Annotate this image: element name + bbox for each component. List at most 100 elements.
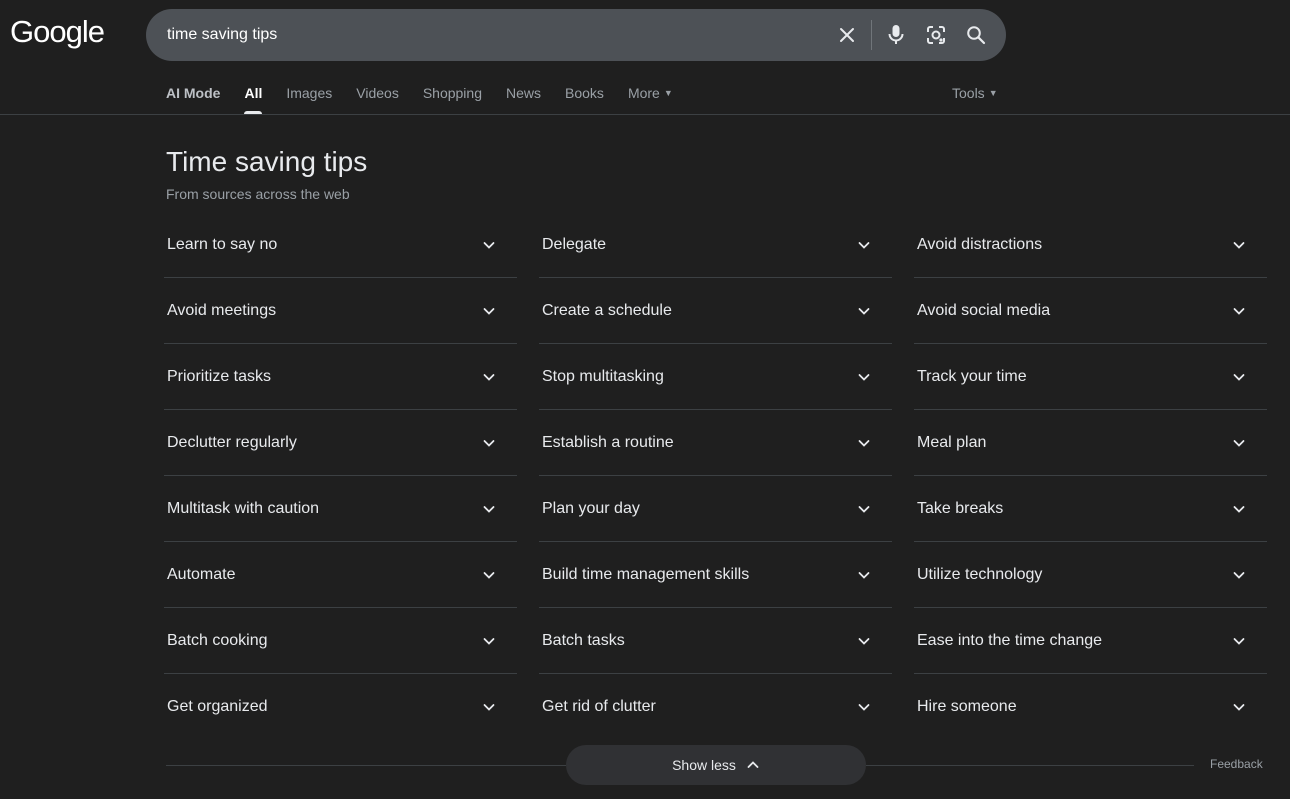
chevron-down-icon xyxy=(481,303,497,319)
tip-item[interactable]: Declutter regularly xyxy=(164,410,517,476)
bottom-divider-right xyxy=(866,765,1194,766)
chevron-down-icon xyxy=(1231,699,1247,715)
chevron-down-icon xyxy=(1231,369,1247,385)
chevron-down-icon xyxy=(856,567,872,583)
tip-item-label: Automate xyxy=(167,565,236,583)
section-title: Time saving tips xyxy=(166,146,368,177)
header-divider xyxy=(0,114,1290,115)
tip-item[interactable]: Get organized xyxy=(164,674,517,739)
tip-item[interactable]: Create a schedule xyxy=(539,278,892,344)
chevron-down-icon xyxy=(481,501,497,517)
bottom-divider-left xyxy=(166,765,566,766)
tip-item-label: Plan your day xyxy=(542,499,640,517)
tip-item-label: Avoid meetings xyxy=(167,301,277,319)
tab-all[interactable]: All xyxy=(244,80,262,114)
chevron-down-icon xyxy=(856,501,872,517)
tip-item[interactable]: Avoid meetings xyxy=(164,278,517,344)
section-subtitle: From sources across the web xyxy=(166,186,350,202)
search-tabs: AI Mode All Images Videos Shopping News … xyxy=(166,80,697,114)
google-logo[interactable]: Google xyxy=(10,14,105,50)
tip-item[interactable]: Batch cooking xyxy=(164,608,517,674)
lens-icon[interactable] xyxy=(916,15,956,55)
chevron-down-icon xyxy=(481,237,497,253)
tip-item-label: Get organized xyxy=(167,697,268,715)
chevron-down-icon xyxy=(856,699,872,715)
chevron-down-icon xyxy=(481,699,497,715)
tab-more-label: More xyxy=(627,85,660,101)
tip-item[interactable]: Avoid social media xyxy=(914,278,1267,344)
tip-item-label: Hire someone xyxy=(917,697,1017,715)
tip-item[interactable]: Delegate xyxy=(539,212,892,278)
tip-item-label: Avoid distractions xyxy=(917,235,1043,253)
chevron-down-icon xyxy=(1231,567,1247,583)
search-input[interactable]: time saving tips xyxy=(167,26,827,44)
tip-item[interactable]: Avoid distractions xyxy=(914,212,1267,278)
tip-item-label: Establish a routine xyxy=(542,433,674,451)
chevron-down-icon xyxy=(481,369,497,385)
tip-item[interactable]: Track your time xyxy=(914,344,1267,410)
chevron-down-icon xyxy=(856,237,872,253)
tip-item-label: Take breaks xyxy=(917,499,1004,517)
tip-item[interactable]: Prioritize tasks xyxy=(164,344,517,410)
chevron-down-icon xyxy=(856,303,872,319)
microphone-icon[interactable] xyxy=(876,15,916,55)
chevron-down-icon xyxy=(1231,435,1247,451)
tip-item-label: Declutter regularly xyxy=(167,433,297,451)
chevron-down-icon xyxy=(1231,237,1247,253)
tip-item-label: Avoid social media xyxy=(917,301,1051,319)
tip-item-label: Ease into the time change xyxy=(917,631,1103,649)
tip-item[interactable]: Stop multitasking xyxy=(539,344,892,410)
tip-item[interactable]: Automate xyxy=(164,542,517,608)
chevron-down-icon xyxy=(1231,303,1247,319)
tip-item-label: Learn to say no xyxy=(167,235,278,253)
show-less-label: Show less xyxy=(672,757,736,773)
chevron-down-icon xyxy=(856,435,872,451)
tab-images[interactable]: Images xyxy=(286,80,332,114)
tip-item[interactable]: Hire someone xyxy=(914,674,1267,739)
caret-down-icon: ▼ xyxy=(663,88,673,98)
tip-item[interactable]: Meal plan xyxy=(914,410,1267,476)
tip-item[interactable]: Multitask with caution xyxy=(164,476,517,542)
feedback-link[interactable]: Feedback xyxy=(1210,757,1263,771)
tab-books[interactable]: Books xyxy=(565,80,604,114)
chevron-down-icon xyxy=(1231,633,1247,649)
tip-item[interactable]: Learn to say no xyxy=(164,212,517,278)
tip-item-label: Multitask with caution xyxy=(167,499,320,517)
tips-grid: Learn to say no Delegate Avoid distraction… xyxy=(164,212,1268,739)
show-less-button[interactable]: Show less xyxy=(566,745,866,785)
chevron-down-icon xyxy=(856,633,872,649)
tip-item[interactable]: Utilize technology xyxy=(914,542,1267,608)
tip-item[interactable]: Build time management skills xyxy=(539,542,892,608)
chevron-down-icon xyxy=(856,369,872,385)
tip-item-label: Delegate xyxy=(542,235,607,253)
tip-item-label: Stop multitasking xyxy=(542,367,664,385)
tip-item-label: Prioritize tasks xyxy=(167,367,272,385)
tab-ai-mode[interactable]: AI Mode xyxy=(166,80,220,114)
close-icon[interactable] xyxy=(827,15,867,55)
tools-button[interactable]: Tools ▼ xyxy=(952,85,998,101)
tab-more[interactable]: More ▼ xyxy=(628,80,673,114)
tip-item[interactable]: Take breaks xyxy=(914,476,1267,542)
tab-news[interactable]: News xyxy=(506,80,541,114)
tools-label: Tools xyxy=(952,85,985,101)
tab-shopping[interactable]: Shopping xyxy=(423,80,482,114)
search-icon[interactable] xyxy=(956,15,996,55)
tip-item-label: Batch cooking xyxy=(167,631,268,649)
tip-item-label: Track your time xyxy=(917,367,1027,385)
tip-item[interactable]: Ease into the time change xyxy=(914,608,1267,674)
tip-item-label: Build time management skills xyxy=(542,565,750,583)
search-bar[interactable]: time saving tips xyxy=(146,9,1006,61)
chevron-down-icon xyxy=(481,567,497,583)
chevron-down-icon xyxy=(481,435,497,451)
tip-item-label: Utilize technology xyxy=(917,565,1043,583)
chevron-up-icon xyxy=(746,758,760,772)
tip-item[interactable]: Plan your day xyxy=(539,476,892,542)
tip-item[interactable]: Establish a routine xyxy=(539,410,892,476)
tip-item-label: Create a schedule xyxy=(542,301,672,319)
tip-item[interactable]: Get rid of clutter xyxy=(539,674,892,739)
tip-item[interactable]: Batch tasks xyxy=(539,608,892,674)
tab-videos[interactable]: Videos xyxy=(356,80,399,114)
tip-item-label: Batch tasks xyxy=(542,631,625,649)
tip-item-label: Get rid of clutter xyxy=(542,697,656,715)
chevron-down-icon xyxy=(1231,501,1247,517)
